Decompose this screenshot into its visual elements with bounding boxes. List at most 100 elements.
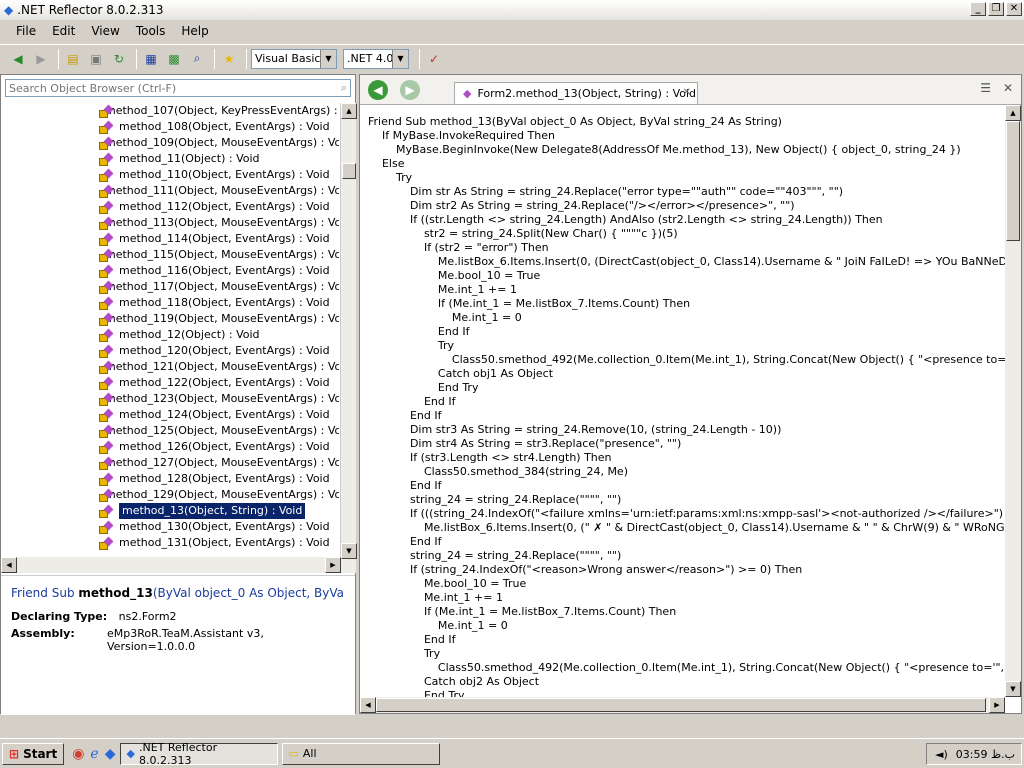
- tree-item[interactable]: method_12(Object) : Void: [1, 327, 339, 343]
- menu-file[interactable]: File: [8, 24, 44, 38]
- save-icon[interactable]: ▣: [86, 49, 106, 69]
- tree-item[interactable]: method_121(Object, MouseEventArgs) : Voi…: [1, 359, 339, 375]
- start-button[interactable]: ⊞ Start: [2, 742, 65, 765]
- tree-item-label: method_12(Object) : Void: [119, 328, 260, 341]
- forward-icon[interactable]: ▶: [400, 80, 420, 100]
- tree-item[interactable]: method_109(Object, MouseEventArgs) : Voi…: [1, 135, 339, 151]
- tree-item[interactable]: method_119(Object, MouseEventArgs) : Voi…: [1, 311, 339, 327]
- checklist-icon[interactable]: ✓: [424, 49, 444, 69]
- code-vertical-scrollbar[interactable]: ▲ ▼: [1005, 105, 1021, 697]
- back-icon[interactable]: ◀: [8, 49, 28, 69]
- framework-select[interactable]: .NET 4.0 ▼: [343, 48, 409, 69]
- menu-help[interactable]: Help: [173, 24, 216, 38]
- declaring-type-label: Declaring Type:: [11, 610, 108, 623]
- maximize-button[interactable]: ❐: [988, 2, 1004, 16]
- tree-item-label: method_113(Object, MouseEventArgs) : Voi…: [105, 216, 339, 229]
- refresh-icon[interactable]: ↻: [109, 49, 129, 69]
- reflector-icon[interactable]: ◆: [105, 746, 116, 762]
- tree-item[interactable]: method_112(Object, EventArgs) : Void: [1, 199, 339, 215]
- scroll-thumb[interactable]: [1006, 121, 1020, 241]
- tree-item[interactable]: method_11(Object) : Void: [1, 151, 339, 167]
- close-icon[interactable]: ✕: [1003, 81, 1013, 95]
- scroll-right-icon[interactable]: ▶: [325, 557, 341, 573]
- forward-icon[interactable]: ▶: [31, 49, 51, 69]
- tree-item[interactable]: method_131(Object, EventArgs) : Void: [1, 535, 339, 551]
- object-browser: ⌕ method_107(Object, KeyPressEventArgs) …: [0, 74, 357, 715]
- tree-item[interactable]: method_126(Object, EventArgs) : Void: [1, 439, 339, 455]
- tree-item[interactable]: method_118(Object, EventArgs) : Void: [1, 295, 339, 311]
- scroll-thumb[interactable]: [342, 163, 356, 179]
- code-line: If (Me.int_1 = Me.listBox_7.Items.Count)…: [368, 605, 677, 618]
- ie-icon[interactable]: ℯ: [90, 746, 98, 762]
- analyzer-icon[interactable]: ▩: [164, 49, 184, 69]
- tree-item[interactable]: method_120(Object, EventArgs) : Void: [1, 343, 339, 359]
- minimize-button[interactable]: _: [970, 2, 986, 16]
- code-line: Me.bool_10 = True: [368, 269, 541, 282]
- tree-item[interactable]: method_13(Object, String) : Void: [1, 502, 339, 520]
- tree-vertical-scrollbar[interactable]: ▲ ▼: [340, 103, 357, 573]
- search-icon[interactable]: ⌕: [187, 49, 207, 69]
- code-editor[interactable]: Friend Sub method_13(ByVal object_0 As O…: [368, 115, 1008, 705]
- chrome-icon[interactable]: ◉: [72, 746, 84, 762]
- scroll-thumb[interactable]: [376, 698, 986, 712]
- tree-item[interactable]: method_107(Object, KeyPressEventArgs) : …: [1, 103, 339, 119]
- search-icon[interactable]: ⌕: [341, 81, 347, 95]
- chevron-down-icon[interactable]: ▼: [392, 49, 408, 68]
- tree-item[interactable]: method_124(Object, EventArgs) : Void: [1, 407, 339, 423]
- disassembler-icon[interactable]: ▦: [141, 49, 161, 69]
- chevron-down-icon[interactable]: ▼: [320, 49, 336, 68]
- tab-list-icon[interactable]: ☰: [980, 81, 991, 95]
- scroll-down-icon[interactable]: ▼: [341, 543, 357, 559]
- tree-horizontal-scrollbar[interactable]: ◀ ▶: [1, 557, 341, 573]
- tree-item[interactable]: method_111(Object, MouseEventArgs) : Voi…: [1, 183, 339, 199]
- search-input[interactable]: [5, 79, 351, 97]
- code-line: Try: [368, 171, 413, 184]
- scroll-down-icon[interactable]: ▼: [1005, 681, 1021, 697]
- scroll-right-icon[interactable]: ▶: [989, 697, 1005, 713]
- tree-item[interactable]: method_127(Object, MouseEventArgs) : Voi…: [1, 455, 339, 471]
- scroll-left-icon[interactable]: ◀: [360, 697, 376, 713]
- menu-tools[interactable]: Tools: [128, 24, 174, 38]
- close-icon[interactable]: ✕: [683, 87, 691, 98]
- code-line: Dim str As String = string_24.Replace("e…: [368, 185, 844, 198]
- code-line: string_24 = string_24.Replace("""", ""): [368, 549, 622, 562]
- open-icon[interactable]: ▤: [63, 49, 83, 69]
- code-line: Class50.smethod_492(Me.collection_0.Item…: [451, 353, 1008, 366]
- scroll-up-icon[interactable]: ▲: [341, 103, 357, 119]
- tree-item[interactable]: method_115(Object, MouseEventArgs) : Voi…: [1, 247, 339, 263]
- tree-item[interactable]: method_123(Object, MouseEventArgs) : Voi…: [1, 391, 339, 407]
- tree-item[interactable]: method_128(Object, EventArgs) : Void: [1, 471, 339, 487]
- menu-view[interactable]: View: [83, 24, 127, 38]
- tree-item[interactable]: method_110(Object, EventArgs) : Void: [1, 167, 339, 183]
- tree-item[interactable]: method_117(Object, MouseEventArgs) : Voi…: [1, 279, 339, 295]
- scroll-up-icon[interactable]: ▲: [1005, 105, 1021, 121]
- tree-item[interactable]: method_130(Object, EventArgs) : Void: [1, 519, 339, 535]
- code-line: If ((str.Length <> string_24.Length) And…: [368, 213, 883, 226]
- tree-item[interactable]: method_114(Object, EventArgs) : Void: [1, 231, 339, 247]
- tree-item-label: method_119(Object, MouseEventArgs) : Voi…: [105, 312, 339, 325]
- tree-item-label: method_120(Object, EventArgs) : Void: [119, 344, 330, 357]
- bookmark-icon[interactable]: ★: [219, 49, 239, 69]
- tree-item[interactable]: method_116(Object, EventArgs) : Void: [1, 263, 339, 279]
- object-tree: method_107(Object, KeyPressEventArgs) : …: [1, 103, 339, 573]
- tree-item-label: method_116(Object, EventArgs) : Void: [119, 264, 330, 277]
- tree-item[interactable]: method_129(Object, MouseEventArgs) : Voi…: [1, 487, 339, 503]
- tab-method-13[interactable]: ◆ Form2.method_13(Object, String) : Void…: [454, 82, 698, 104]
- close-button[interactable]: ✕: [1006, 2, 1022, 16]
- code-line: str2 = string_24.Split(New Char() { """"…: [368, 227, 678, 240]
- tree-item[interactable]: method_125(Object, MouseEventArgs) : Voi…: [1, 423, 339, 439]
- taskbar-reflector[interactable]: ◆ .NET Reflector 8.0.2.313: [119, 741, 278, 767]
- menu-edit[interactable]: Edit: [44, 24, 83, 38]
- scroll-left-icon[interactable]: ◀: [1, 557, 17, 573]
- language-select[interactable]: Visual Basic ▼: [251, 48, 337, 69]
- tree-item[interactable]: method_108(Object, EventArgs) : Void: [1, 119, 339, 135]
- assembly-version: Version=1.0.0.0: [107, 640, 196, 653]
- tree-item[interactable]: method_113(Object, MouseEventArgs) : Voi…: [1, 215, 339, 231]
- code-line: End If: [368, 395, 456, 408]
- tree-item[interactable]: method_122(Object, EventArgs) : Void: [1, 375, 339, 391]
- speaker-icon[interactable]: ◄): [935, 748, 948, 761]
- code-horizontal-scrollbar[interactable]: ◀ ▶: [360, 697, 1005, 713]
- back-icon[interactable]: ◀: [368, 80, 388, 100]
- taskbar-folder[interactable]: ▭ All: [281, 742, 440, 765]
- method-icon: [99, 537, 113, 550]
